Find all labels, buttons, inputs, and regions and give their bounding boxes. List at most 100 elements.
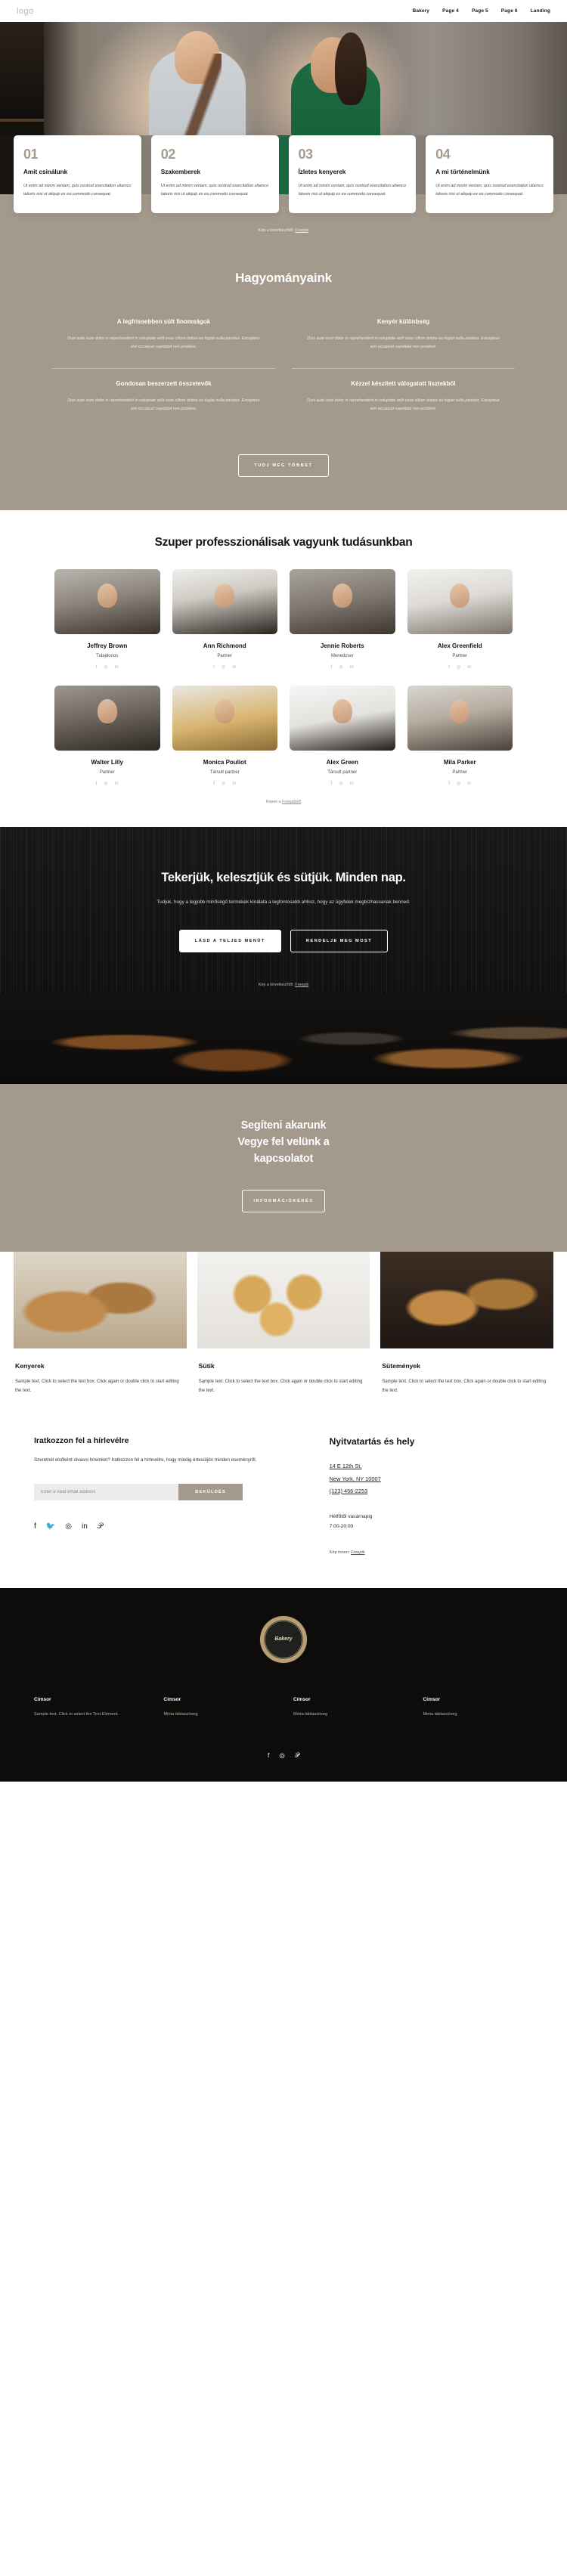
address-line-1[interactable]: 14 E 12th St, [330, 1460, 533, 1472]
view-full-menu-button[interactable]: LÁSD A TELJES MENÜT [178, 930, 281, 953]
product-name: Sütik [198, 1362, 215, 1370]
instagram-icon[interactable]: ◎ [279, 1752, 284, 1759]
feature-cards-list: 01 Amit csinálunk Ut enim ad minim venia… [0, 135, 567, 214]
team-member-photo [172, 569, 277, 635]
team-member: Alex Greenfield Partner f ◎ in [407, 569, 513, 670]
learn-more-button[interactable]: TUDJ MEG TÖBBET [238, 454, 329, 478]
facebook-icon[interactable]: f [448, 781, 450, 786]
instagram-icon[interactable]: ◎ [457, 781, 460, 786]
contact-heading-line-1: Segíteni akarunk [240, 1119, 327, 1132]
instagram-icon[interactable]: ◎ [457, 665, 460, 670]
facebook-icon[interactable]: f [213, 665, 215, 670]
phone-link[interactable]: (123) 456-2253 [330, 1485, 533, 1497]
linkedin-icon[interactable]: in [115, 665, 119, 670]
newsletter-block: Iratkozzon fel a hírlevélre Szeretnél el… [34, 1436, 289, 1555]
contact-section: Segíteni akarunk Vegye fel velünk a kapc… [0, 1084, 567, 1252]
facebook-icon[interactable]: f [268, 1752, 269, 1759]
bakery-seal-logo[interactable]: Bakery [259, 1615, 308, 1664]
team-member-photo [290, 569, 395, 635]
footer-column-heading: Címsor [34, 1696, 51, 1702]
tradition-text: Duis aute irure dolor in reprehenderit i… [307, 398, 500, 412]
team-member-name: Alex Greenfield [437, 642, 482, 650]
feature-card-text: Ut enim ad minim veniam, quis nostrud ex… [160, 184, 269, 197]
product-card[interactable]: Sütik Sample text. Click to select the t… [197, 1252, 370, 1395]
pinterest-icon[interactable]: 𝒫 [98, 1523, 103, 1531]
site-logo[interactable]: logo [17, 7, 34, 16]
footer-column: Címsor Minta táblaszöveg [164, 1697, 274, 1719]
traditions-grid: A legfrissebben sült finomságok Duis aut… [52, 307, 515, 430]
linkedin-icon[interactable]: in [467, 781, 471, 786]
instagram-icon[interactable]: ◎ [339, 781, 343, 786]
footer-credit-prefix: Kép innen: [329, 1550, 351, 1555]
facebook-icon[interactable]: f [331, 665, 333, 670]
team-title: Szuper professzionálisak vagyunk tudásun… [154, 536, 413, 550]
team-member: Walter Lilly Partner f ◎ in [54, 685, 160, 786]
facebook-icon[interactable]: f [331, 781, 333, 786]
feature-card[interactable]: 03 Ízletes kenyerek Ut enim ad minim ven… [288, 135, 417, 214]
request-info-button[interactable]: INFORMÁCIÓKÉRÉS [242, 1190, 325, 1213]
subscribe-button[interactable]: BEKÜLDÉS [178, 1484, 243, 1501]
feature-card-number: 03 [298, 147, 314, 162]
facebook-icon[interactable]: f [448, 665, 450, 670]
linkedin-icon[interactable]: in [115, 781, 119, 786]
team-section: Szuper professzionálisak vagyunk tudásun… [0, 510, 567, 827]
facebook-icon[interactable]: f [96, 665, 98, 670]
product-image [380, 1252, 553, 1349]
footer-columns: Címsor Sample text. Click to select the … [34, 1697, 533, 1719]
linkedin-icon[interactable]: in [350, 665, 354, 670]
team-member-role: Partner [452, 654, 468, 659]
feature-card[interactable]: 02 Szakemberek Ut enim ad minim veniam, … [150, 135, 279, 214]
nav-item-bakery[interactable]: Bakery [412, 8, 429, 14]
facebook-icon[interactable]: f [34, 1523, 36, 1531]
feature-cards-section: 01 Amit csinálunk Ut enim ad minim venia… [0, 135, 567, 253]
feature-card-text: Ut enim ad minim veniam, quis nostrud ex… [298, 184, 406, 197]
facebook-icon[interactable]: f [213, 781, 215, 786]
product-card[interactable]: Kenyerek Sample text. Click to select th… [14, 1252, 187, 1395]
instagram-icon[interactable]: ◎ [104, 665, 108, 670]
linkedin-icon[interactable]: in [232, 665, 236, 670]
product-card[interactable]: Sütemények Sample text. Click to select … [380, 1252, 553, 1395]
facebook-icon[interactable]: f [96, 781, 98, 786]
cta-food-photo [0, 993, 567, 1085]
team-member-role: Partner [99, 769, 115, 775]
hours-block: Nyitvatartás és hely 14 E 12th St, New Y… [330, 1436, 533, 1555]
tradition-text: Duis aute irure dolor in reprehenderit i… [307, 336, 500, 350]
hero-credit-link[interactable]: Freepik [295, 228, 308, 233]
team-credit-prefix: Képek a [265, 799, 283, 804]
instagram-icon[interactable]: ◎ [222, 665, 225, 670]
footer-credit-link[interactable]: Freepik [351, 1550, 365, 1555]
feature-card[interactable]: 01 Amit csinálunk Ut enim ad minim venia… [14, 135, 141, 214]
twitter-icon[interactable]: 🐦 [46, 1523, 55, 1531]
main-navigation: Bakery Page 4 Page 5 Page 6 Landing [412, 8, 550, 14]
team-credit-link[interactable]: Freepikből [282, 800, 301, 804]
team-member-role: Menedzser [330, 654, 354, 659]
address-block: 14 E 12th St, New York, NY 10007 (123) 4… [330, 1460, 533, 1497]
tradition-heading: Kenyér különbség [376, 318, 430, 326]
nav-item-page-5[interactable]: Page 5 [472, 8, 488, 14]
instagram-icon[interactable]: ◎ [339, 665, 343, 670]
email-input[interactable] [34, 1484, 178, 1501]
team-member-role: Partner [452, 769, 468, 775]
product-body: Sütemények Sample text. Click to select … [380, 1348, 553, 1395]
footer-column: Címsor Sample text. Click to select the … [34, 1697, 144, 1719]
instagram-icon[interactable]: ◎ [104, 781, 108, 786]
order-now-button[interactable]: RENDELJE MEG MOST [290, 930, 389, 953]
instagram-icon[interactable]: ◎ [222, 781, 225, 786]
linkedin-icon[interactable]: in [82, 1523, 88, 1531]
nav-item-page-6[interactable]: Page 6 [501, 8, 518, 14]
linkedin-icon[interactable]: in [467, 665, 471, 670]
address-line-2[interactable]: New York, NY 10007 [330, 1473, 533, 1485]
team-member-social: f ◎ in [290, 665, 395, 670]
nav-item-page-4[interactable]: Page 4 [442, 8, 459, 14]
instagram-icon[interactable]: ◎ [65, 1523, 72, 1531]
cta-credit-link[interactable]: Freepik [295, 983, 308, 987]
feature-card-title: Szakemberek [160, 169, 201, 175]
pinterest-icon[interactable]: 𝒫 [295, 1752, 299, 1759]
linkedin-icon[interactable]: in [232, 781, 236, 786]
cta-credit-prefix: Kép a következőtől: [258, 983, 296, 988]
nav-item-landing[interactable]: Landing [531, 8, 550, 14]
linkedin-icon[interactable]: in [350, 781, 354, 786]
feature-card[interactable]: 04 A mi történelmünk Ut enim ad minim ve… [426, 135, 553, 214]
footer-column-heading: Címsor [293, 1696, 311, 1702]
team-member-social: f ◎ in [290, 781, 395, 786]
